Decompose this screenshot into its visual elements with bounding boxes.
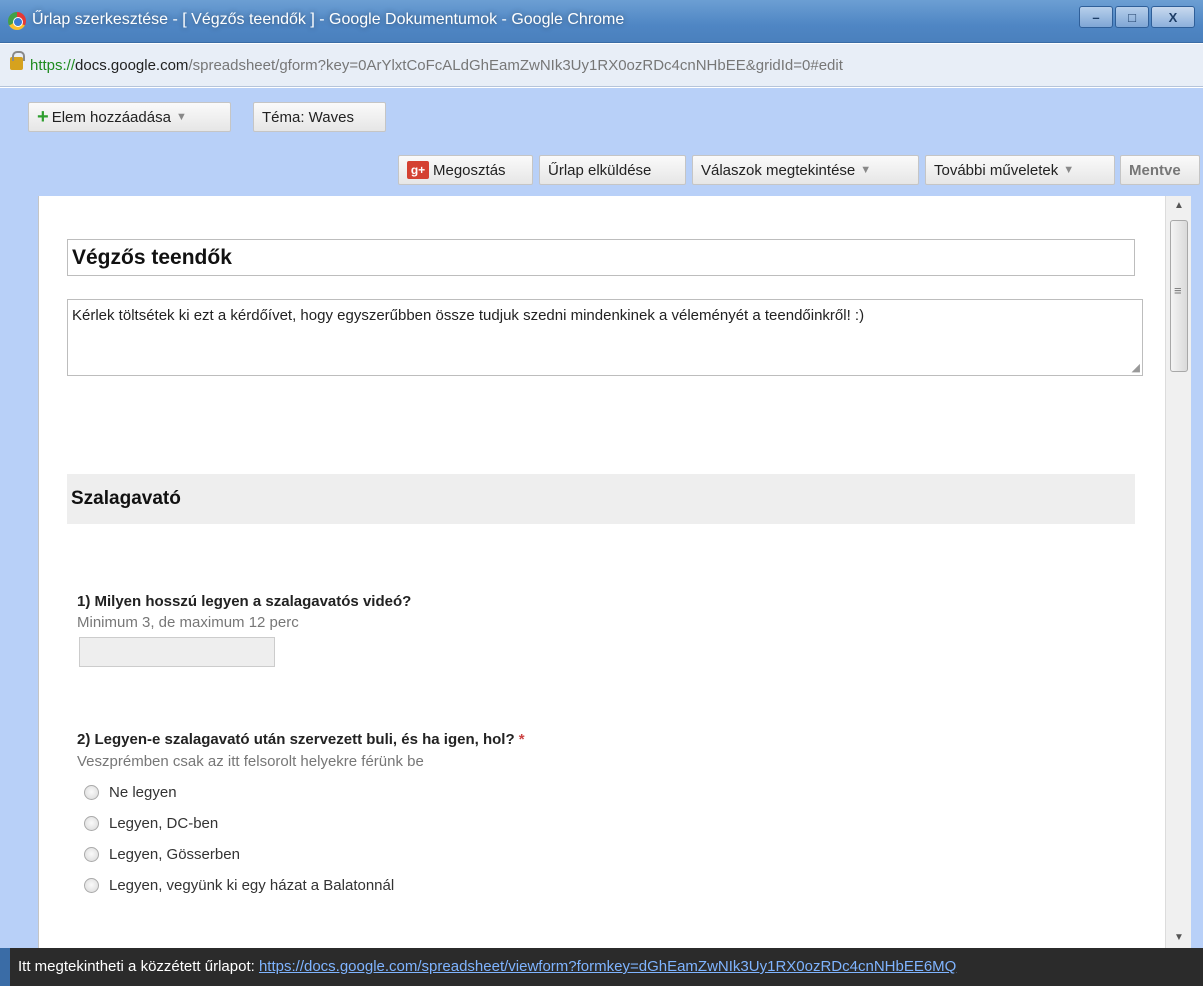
chevron-down-icon: ▼ <box>860 164 872 176</box>
question-1-answer-input[interactable] <box>79 637 275 667</box>
resize-handle-icon[interactable]: ◢ <box>1132 361 1140 374</box>
question-2-title[interactable]: 2) Legyen-e szalagavató után szervezett … <box>77 731 525 748</box>
url-path: /spreadsheet/gform?key=0ArYlxtCoFcALdGhE… <box>188 57 843 74</box>
url-host: docs.google.com <box>75 57 189 74</box>
question-2-title-text: 2) Legyen-e szalagavató után szervezett … <box>77 731 515 748</box>
radio-option-label: Ne legyen <box>109 784 177 801</box>
question-1-title[interactable]: 1) Milyen hosszú legyen a szalagavatós v… <box>77 593 411 610</box>
maximize-button[interactable]: □ <box>1115 6 1149 28</box>
view-responses-label: Válaszok megtekintése <box>701 161 856 179</box>
window-left-edge <box>0 948 10 986</box>
send-form-button[interactable]: Űrlap elküldése <box>539 155 686 185</box>
radio-option[interactable]: Legyen, Gösserben <box>84 846 240 863</box>
radio-button[interactable] <box>84 785 99 800</box>
form-title-input[interactable]: Végzős teendők <box>67 239 1135 276</box>
vertical-scrollbar[interactable]: ▲ ▼ <box>1165 196 1191 948</box>
radio-option-label: Legyen, DC-ben <box>109 815 219 832</box>
form-editor: Végzős teendők Kérlek töltsétek ki ezt a… <box>38 196 1165 948</box>
published-form-link[interactable]: https://docs.google.com/spreadsheet/view… <box>259 958 956 975</box>
radio-option-label: Legyen, vegyünk ki egy házat a Balatonná… <box>109 877 395 894</box>
radio-option[interactable]: Ne legyen <box>84 784 177 801</box>
required-marker: * <box>518 731 525 748</box>
form-description-text: Kérlek töltsétek ki ezt a kérdőívet, hog… <box>72 307 865 324</box>
scroll-up-arrow-icon[interactable]: ▲ <box>1166 196 1192 216</box>
lock-icon <box>10 51 25 70</box>
window-controls: – □ X <box>1079 6 1195 28</box>
chrome-logo-icon <box>8 12 26 30</box>
theme-button[interactable]: Téma: Waves <box>253 102 386 132</box>
chevron-down-icon: ▼ <box>175 111 187 123</box>
window-title: Űrlap szerkesztése - [ Végzős teendők ] … <box>32 11 625 28</box>
url-text[interactable]: https://docs.google.com/spreadsheet/gfor… <box>30 57 843 74</box>
saved-status-button[interactable]: Mentve <box>1120 155 1200 185</box>
section-header[interactable]: Szalagavató <box>67 474 1135 524</box>
share-button[interactable]: g+ Megosztás <box>398 155 533 185</box>
question-1-help: Minimum 3, de maximum 12 perc <box>77 614 299 631</box>
radio-option[interactable]: Legyen, DC-ben <box>84 815 218 832</box>
add-item-label: Elem hozzáadása <box>51 108 171 126</box>
form-toolbar: + Elem hozzáadása ▼ Téma: Waves g+ Megos… <box>0 88 1203 196</box>
more-actions-button[interactable]: További műveletek ▼ <box>925 155 1115 185</box>
radio-button[interactable] <box>84 878 99 893</box>
more-actions-label: További műveletek <box>934 161 1059 179</box>
share-label: Megosztás <box>433 161 506 179</box>
editor-frame: Végzős teendők Kérlek töltsétek ki ezt a… <box>0 196 1203 948</box>
question-2-help: Veszprémben csak az itt felsorolt helyek… <box>77 753 424 770</box>
published-form-bar: Itt megtekintheti a közzétett űrlapot: h… <box>10 948 1203 986</box>
url-scheme: https:// <box>30 57 76 74</box>
chevron-down-icon: ▼ <box>1063 164 1075 176</box>
radio-option-label: Legyen, Gösserben <box>109 846 240 863</box>
scroll-thumb[interactable] <box>1170 220 1188 372</box>
view-responses-button[interactable]: Válaszok megtekintése ▼ <box>692 155 919 185</box>
radio-option[interactable]: Legyen, vegyünk ki egy házat a Balatonná… <box>84 877 394 894</box>
google-plus-icon: g+ <box>407 161 429 179</box>
minimize-button[interactable]: – <box>1079 6 1113 28</box>
plus-icon: + <box>37 106 49 128</box>
published-form-label: Itt megtekintheti a közzétett űrlapot: <box>18 958 255 975</box>
add-item-button[interactable]: + Elem hozzáadása ▼ <box>28 102 231 132</box>
scroll-down-arrow-icon[interactable]: ▼ <box>1166 928 1192 948</box>
radio-button[interactable] <box>84 847 99 862</box>
form-description-input[interactable]: Kérlek töltsétek ki ezt a kérdőívet, hog… <box>67 299 1143 376</box>
radio-button[interactable] <box>84 816 99 831</box>
address-bar[interactable]: https://docs.google.com/spreadsheet/gfor… <box>0 44 1203 87</box>
window-titlebar: Űrlap szerkesztése - [ Végzős teendők ] … <box>0 0 1203 43</box>
close-button[interactable]: X <box>1151 6 1195 28</box>
